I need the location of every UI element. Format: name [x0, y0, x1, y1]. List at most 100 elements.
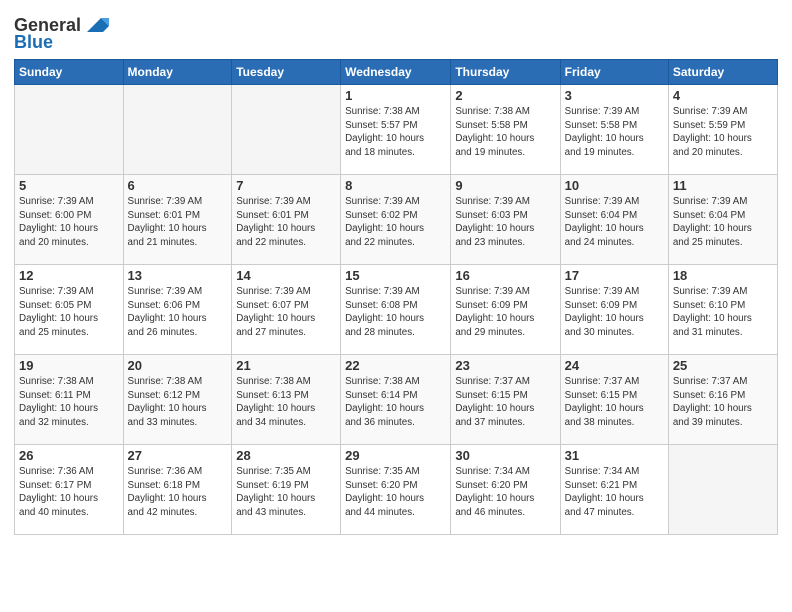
day-cell-18: 18Sunrise: 7:39 AM Sunset: 6:10 PM Dayli…	[668, 265, 777, 355]
day-cell-3: 3Sunrise: 7:39 AM Sunset: 5:58 PM Daylig…	[560, 85, 668, 175]
day-cell-21: 21Sunrise: 7:38 AM Sunset: 6:13 PM Dayli…	[232, 355, 341, 445]
day-number: 17	[565, 268, 664, 283]
empty-cell	[232, 85, 341, 175]
day-info: Sunrise: 7:39 AM Sunset: 6:09 PM Dayligh…	[455, 285, 555, 340]
day-cell-13: 13 Sunrise: 7:39 AM Sunset: 6:06 PM Dayli…	[123, 265, 232, 355]
day-info: Sunrise: 7:39 AM Sunset: 6:02 PM Dayligh…	[345, 195, 446, 250]
day-number: 8	[345, 178, 446, 193]
day-info: Sunrise: 7:36 AM Sunset: 6:18 PM Dayligh…	[128, 465, 228, 520]
day-info: Sunrise: 7:39 AM Sunset: 6:01 PM Dayligh…	[128, 195, 228, 250]
logo-icon	[81, 14, 111, 36]
day-header-tuesday: Tuesday	[232, 60, 341, 85]
day-header-wednesday: Wednesday	[341, 60, 451, 85]
day-number: 31	[565, 448, 664, 463]
day-number: 7	[236, 178, 336, 193]
day-info: Sunrise: 7:39 AM Sunset: 6:05 PM Dayligh…	[19, 285, 119, 340]
day-number: 1	[345, 88, 446, 103]
day-number: 13	[128, 268, 228, 283]
day-info: Sunrise: 7:39 AM Sunset: 6:10 PM Dayligh…	[673, 285, 773, 340]
day-cell-22: 22 Sunrise: 7:38 AM Sunset: 6:14 PM Dayli…	[341, 355, 451, 445]
day-cell-30: 30Sunrise: 7:34 AM Sunset: 6:20 PM Dayli…	[451, 445, 560, 535]
day-info: Sunrise: 7:38 AM Sunset: 6:14 PM Dayligh…	[345, 375, 446, 430]
day-cell-24: 24 Sunrise: 7:37 AM Sunset: 6:15 PM Dayli…	[560, 355, 668, 445]
day-number: 19	[19, 358, 119, 373]
day-info: Sunrise: 7:38 AM Sunset: 5:58 PM Dayligh…	[455, 105, 555, 160]
day-info: Sunrise: 7:39 AM Sunset: 6:01 PM Dayligh…	[236, 195, 336, 250]
day-info: Sunrise: 7:39 AM Sunset: 5:59 PM Dayligh…	[673, 105, 773, 160]
day-header-monday: Monday	[123, 60, 232, 85]
day-cell-31: 31Sunrise: 7:34 AM Sunset: 6:21 PM Dayli…	[560, 445, 668, 535]
day-cell-11: 11 Sunrise: 7:39 AM Sunset: 6:04 PM Dayli…	[668, 175, 777, 265]
day-info: Sunrise: 7:37 AM Sunset: 6:15 PM Dayligh…	[565, 375, 664, 430]
day-number: 6	[128, 178, 228, 193]
day-cell-16: 16 Sunrise: 7:39 AM Sunset: 6:09 PM Dayli…	[451, 265, 560, 355]
day-info: Sunrise: 7:39 AM Sunset: 6:03 PM Dayligh…	[455, 195, 555, 250]
day-number: 22	[345, 358, 446, 373]
day-info: Sunrise: 7:39 AM Sunset: 6:07 PM Dayligh…	[236, 285, 336, 340]
day-number: 11	[673, 178, 773, 193]
day-number: 15	[345, 268, 446, 283]
logo: General Blue	[14, 14, 111, 53]
day-number: 10	[565, 178, 664, 193]
day-cell-6: 6 Sunrise: 7:39 AM Sunset: 6:01 PM Daylig…	[123, 175, 232, 265]
day-cell-19: 19 Sunrise: 7:38 AM Sunset: 6:11 PM Dayli…	[15, 355, 124, 445]
day-number: 21	[236, 358, 336, 373]
day-info: Sunrise: 7:38 AM Sunset: 6:12 PM Dayligh…	[128, 375, 228, 430]
day-info: Sunrise: 7:39 AM Sunset: 6:04 PM Dayligh…	[673, 195, 773, 250]
day-info: Sunrise: 7:37 AM Sunset: 6:16 PM Dayligh…	[673, 375, 773, 430]
day-cell-7: 7 Sunrise: 7:39 AM Sunset: 6:01 PM Daylig…	[232, 175, 341, 265]
day-cell-29: 29 Sunrise: 7:35 AM Sunset: 6:20 PM Dayli…	[341, 445, 451, 535]
day-cell-28: 28Sunrise: 7:35 AM Sunset: 6:19 PM Dayli…	[232, 445, 341, 535]
day-number: 25	[673, 358, 773, 373]
day-header-thursday: Thursday	[451, 60, 560, 85]
day-header-saturday: Saturday	[668, 60, 777, 85]
calendar-header-row: SundayMondayTuesdayWednesdayThursdayFrid…	[15, 60, 778, 85]
page-container: General Blue SundayMondayTuesdayWednesda…	[0, 0, 792, 545]
day-info: Sunrise: 7:35 AM Sunset: 6:20 PM Dayligh…	[345, 465, 446, 520]
day-info: Sunrise: 7:37 AM Sunset: 6:15 PM Dayligh…	[455, 375, 555, 430]
day-info: Sunrise: 7:38 AM Sunset: 5:57 PM Dayligh…	[345, 105, 446, 160]
week-row-2: 5 Sunrise: 7:39 AM Sunset: 6:00 PM Daylig…	[15, 175, 778, 265]
day-info: Sunrise: 7:39 AM Sunset: 5:58 PM Dayligh…	[565, 105, 664, 160]
day-number: 12	[19, 268, 119, 283]
day-number: 2	[455, 88, 555, 103]
week-row-5: 26 Sunrise: 7:36 AM Sunset: 6:17 PM Dayli…	[15, 445, 778, 535]
day-cell-15: 15 Sunrise: 7:39 AM Sunset: 6:08 PM Dayli…	[341, 265, 451, 355]
week-row-3: 12 Sunrise: 7:39 AM Sunset: 6:05 PM Dayli…	[15, 265, 778, 355]
day-cell-1: 1 Sunrise: 7:38 AM Sunset: 5:57 PM Daylig…	[341, 85, 451, 175]
day-number: 14	[236, 268, 336, 283]
day-number: 30	[455, 448, 555, 463]
day-number: 16	[455, 268, 555, 283]
day-cell-27: 27 Sunrise: 7:36 AM Sunset: 6:18 PM Dayli…	[123, 445, 232, 535]
day-cell-17: 17 Sunrise: 7:39 AM Sunset: 6:09 PM Dayli…	[560, 265, 668, 355]
day-info: Sunrise: 7:35 AM Sunset: 6:19 PM Dayligh…	[236, 465, 336, 520]
week-row-4: 19 Sunrise: 7:38 AM Sunset: 6:11 PM Dayli…	[15, 355, 778, 445]
day-number: 29	[345, 448, 446, 463]
day-info: Sunrise: 7:39 AM Sunset: 6:08 PM Dayligh…	[345, 285, 446, 340]
day-number: 26	[19, 448, 119, 463]
day-cell-5: 5 Sunrise: 7:39 AM Sunset: 6:00 PM Daylig…	[15, 175, 124, 265]
day-number: 4	[673, 88, 773, 103]
day-cell-9: 9 Sunrise: 7:39 AM Sunset: 6:03 PM Daylig…	[451, 175, 560, 265]
day-header-sunday: Sunday	[15, 60, 124, 85]
day-number: 24	[565, 358, 664, 373]
day-cell-23: 23 Sunrise: 7:37 AM Sunset: 6:15 PM Dayli…	[451, 355, 560, 445]
day-info: Sunrise: 7:39 AM Sunset: 6:09 PM Dayligh…	[565, 285, 664, 340]
header: General Blue	[14, 10, 778, 53]
day-cell-2: 2 Sunrise: 7:38 AM Sunset: 5:58 PM Daylig…	[451, 85, 560, 175]
day-cell-14: 14 Sunrise: 7:39 AM Sunset: 6:07 PM Dayli…	[232, 265, 341, 355]
day-number: 5	[19, 178, 119, 193]
day-info: Sunrise: 7:36 AM Sunset: 6:17 PM Dayligh…	[19, 465, 119, 520]
day-info: Sunrise: 7:39 AM Sunset: 6:06 PM Dayligh…	[128, 285, 228, 340]
day-info: Sunrise: 7:39 AM Sunset: 6:00 PM Dayligh…	[19, 195, 119, 250]
day-number: 27	[128, 448, 228, 463]
day-number: 23	[455, 358, 555, 373]
day-cell-4: 4 Sunrise: 7:39 AM Sunset: 5:59 PM Daylig…	[668, 85, 777, 175]
day-cell-10: 10 Sunrise: 7:39 AM Sunset: 6:04 PM Dayli…	[560, 175, 668, 265]
day-info: Sunrise: 7:39 AM Sunset: 6:04 PM Dayligh…	[565, 195, 664, 250]
day-number: 9	[455, 178, 555, 193]
day-info: Sunrise: 7:38 AM Sunset: 6:11 PM Dayligh…	[19, 375, 119, 430]
week-row-1: 1 Sunrise: 7:38 AM Sunset: 5:57 PM Daylig…	[15, 85, 778, 175]
day-cell-20: 20Sunrise: 7:38 AM Sunset: 6:12 PM Dayli…	[123, 355, 232, 445]
calendar-table: SundayMondayTuesdayWednesdayThursdayFrid…	[14, 59, 778, 535]
